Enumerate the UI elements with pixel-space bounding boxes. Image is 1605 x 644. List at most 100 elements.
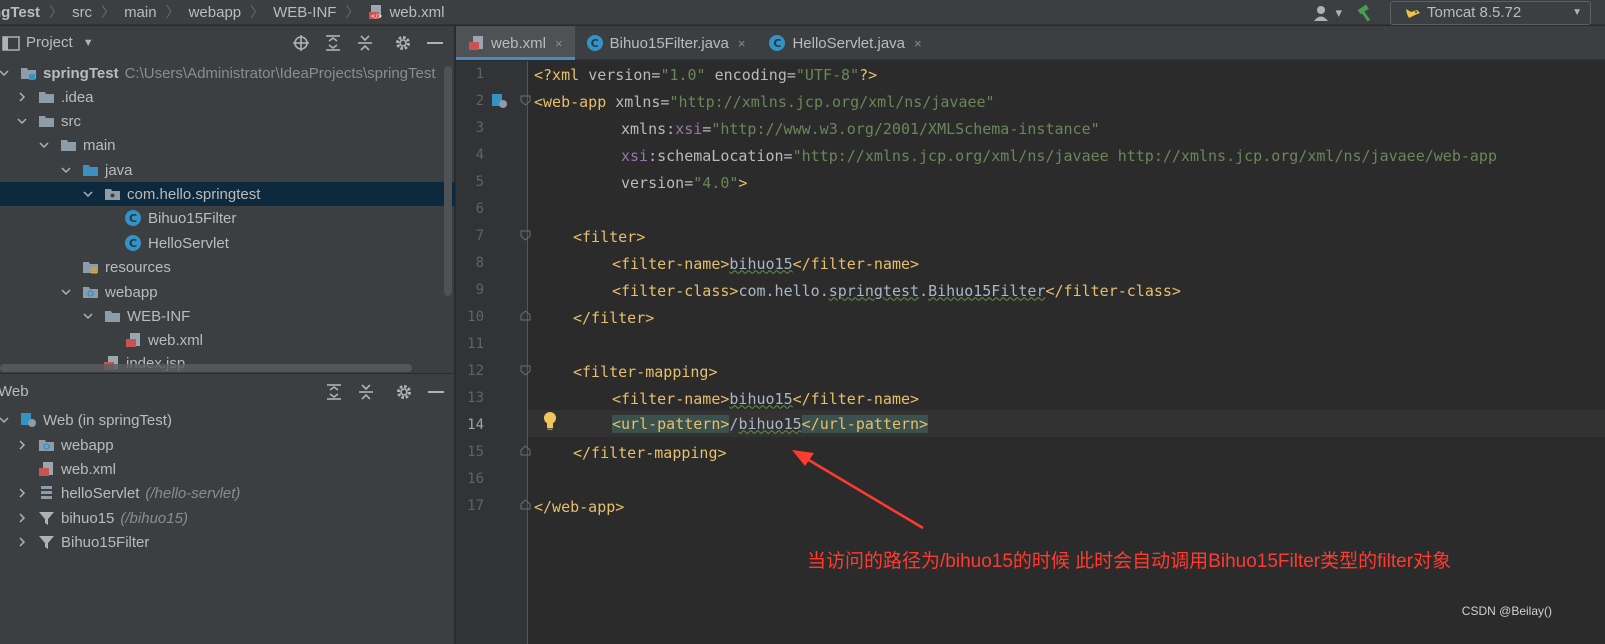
account-button[interactable]: ▾ xyxy=(1314,5,1342,21)
tree-item-helloservlet[interactable]: helloServlet (/hello-servlet) xyxy=(16,481,240,505)
chevron-down-icon[interactable] xyxy=(82,188,94,200)
tree-item-web-in-springtest[interactable]: Web (in springTest) xyxy=(0,408,172,432)
code-token: <url-pattern> xyxy=(612,414,730,433)
gear-icon[interactable] xyxy=(395,383,413,401)
xml-file-icon: </> xyxy=(369,5,383,20)
annotation-text: 当访问的路径为/bihuo15的时候 此时会自动调用Bihuo15Filter类… xyxy=(807,551,1452,572)
tree-item-webapp[interactable]: webapp xyxy=(60,280,158,304)
tree-item-bihuo15[interactable]: bihuo15 (/bihuo15) xyxy=(16,506,188,530)
line-number: 13 xyxy=(467,390,484,406)
fold-icon[interactable] xyxy=(520,445,531,456)
close-icon[interactable]: × xyxy=(738,36,746,51)
breadcrumb-item-label: web.xml xyxy=(389,3,445,21)
code-line-13: <filter-name> bihuo15 </filter-name> xyxy=(612,385,919,412)
chevron-right-icon[interactable] xyxy=(16,439,28,451)
web-panel-title[interactable]: Web xyxy=(0,383,29,400)
chevron-down-icon[interactable]: ▼ xyxy=(83,37,94,49)
panel-divider[interactable] xyxy=(0,373,455,374)
editor-tabs: web.xml × C Bihuo15Filter.java × C Hello… xyxy=(456,26,1605,60)
breadcrumb-item-web-xml[interactable]: </> web.xml xyxy=(368,4,444,21)
code-token: <filter> xyxy=(573,227,646,246)
collapse-all-icon[interactable] xyxy=(356,34,374,52)
breadcrumb-item-web-inf[interactable]: WEB-INF xyxy=(273,4,336,21)
run-configuration-select[interactable]: Tomcat 8.5.72 ▼ xyxy=(1390,0,1591,25)
tree-item-label: .idea xyxy=(61,88,94,106)
chevron-down-icon[interactable] xyxy=(0,67,10,79)
expand-all-icon[interactable] xyxy=(325,383,343,401)
tree-item-label: web.xml xyxy=(148,331,204,349)
code-token: <filter-name> xyxy=(612,254,730,273)
build-hammer-icon[interactable] xyxy=(1356,3,1374,22)
code-token: version= xyxy=(588,65,661,84)
project-icon xyxy=(2,35,20,51)
chevron-down-icon[interactable] xyxy=(16,115,28,127)
locate-target-icon[interactable] xyxy=(292,34,310,52)
tree-item-bihuo15filter[interactable]: Bihuo15Filter xyxy=(16,530,149,554)
breadcrumb-item-webapp[interactable]: webapp xyxy=(189,4,242,21)
tree-item-web-xml[interactable]: web.xml xyxy=(38,457,116,481)
fold-icon[interactable] xyxy=(520,95,531,106)
tree-item-main[interactable]: main xyxy=(38,133,116,157)
fold-icon[interactable] xyxy=(520,310,531,321)
code-line-7: <filter> xyxy=(573,223,645,250)
line-number: 6 xyxy=(475,201,484,217)
chevron-down-icon[interactable] xyxy=(38,139,50,151)
line-number: 15 xyxy=(467,444,484,460)
tree-item-web-xml[interactable]: web.xml xyxy=(125,328,203,352)
chevron-down-icon[interactable] xyxy=(60,286,72,298)
svg-text:</>: </> xyxy=(371,13,383,20)
code-token: bihuo15 xyxy=(738,414,802,433)
chevron-down-icon[interactable] xyxy=(60,164,72,176)
module-folder-icon xyxy=(20,65,37,81)
code-token: springtest xyxy=(828,281,920,300)
tree-item-src[interactable]: src xyxy=(16,109,81,133)
fold-icon[interactable] xyxy=(520,365,531,376)
chevron-down-icon[interactable] xyxy=(82,310,94,322)
gear-icon[interactable] xyxy=(394,34,412,52)
breadcrumb-item-main[interactable]: main xyxy=(124,4,157,21)
close-icon[interactable]: × xyxy=(914,36,922,51)
project-tree-scrollbar[interactable] xyxy=(444,66,452,296)
chevron-down-icon[interactable] xyxy=(0,414,10,426)
project-tree-horizontal-scrollbar[interactable] xyxy=(0,364,412,372)
fold-icon[interactable] xyxy=(520,230,531,241)
code-token: <filter-name> xyxy=(612,389,730,408)
chevron-right-icon[interactable] xyxy=(16,487,28,499)
chevron-right-icon: 〉 xyxy=(345,4,360,20)
lightbulb-icon[interactable] xyxy=(542,411,558,431)
code-line-15: </filter-mapping> xyxy=(573,439,727,466)
breadcrumb-item-src[interactable]: src xyxy=(72,4,92,21)
chevron-right-icon[interactable] xyxy=(16,91,28,103)
close-icon[interactable]: × xyxy=(555,36,563,51)
code-line-1: <?xml version= "1.0" encoding= "UTF-8" ?> xyxy=(534,61,877,88)
tab-bihuo15filter-java[interactable]: C Bihuo15Filter.java × xyxy=(575,26,758,60)
tree-item-web-inf[interactable]: WEB-INF xyxy=(82,304,190,328)
tree-item-webapp[interactable]: webapp xyxy=(16,433,114,457)
web-deployment-icon[interactable] xyxy=(491,93,509,109)
hide-panel-icon[interactable] xyxy=(426,34,444,52)
tab-helloservlet-java[interactable]: C HelloServlet.java × xyxy=(757,26,933,60)
chevron-down-icon: ▼ xyxy=(1572,7,1582,18)
expand-all-icon[interactable] xyxy=(324,34,342,52)
tree-item-resources[interactable]: resources xyxy=(82,255,171,279)
xml-file-icon xyxy=(469,36,483,50)
code-token: </filter-class> xyxy=(1045,281,1181,300)
breadcrumb-item-project[interactable]: ngTest xyxy=(0,4,40,21)
chevron-right-icon[interactable] xyxy=(16,536,28,548)
source-folder-icon xyxy=(82,162,99,178)
tree-item-package-com-hello-springtest[interactable]: com.hello.springtest xyxy=(0,182,455,206)
java-class-icon: C xyxy=(125,210,141,226)
tree-item-springtest[interactable]: springTest C:\Users\Administrator\IdeaPr… xyxy=(0,61,436,85)
code-token: </filter-name> xyxy=(792,254,920,273)
tree-item-java[interactable]: java xyxy=(60,158,133,182)
chevron-right-icon[interactable] xyxy=(16,512,28,524)
tab-web-xml[interactable]: web.xml × xyxy=(456,26,575,60)
hide-panel-icon[interactable] xyxy=(427,383,445,401)
tree-item-helloservlet[interactable]: C HelloServlet xyxy=(125,231,229,255)
collapse-all-icon[interactable] xyxy=(357,383,375,401)
code-token: encoding= xyxy=(705,65,796,84)
tree-item-idea[interactable]: .idea xyxy=(16,85,94,109)
tree-item-bihuo15filter[interactable]: C Bihuo15Filter xyxy=(125,206,236,230)
fold-icon[interactable] xyxy=(520,499,531,510)
project-panel-title[interactable]: Project xyxy=(26,34,73,51)
